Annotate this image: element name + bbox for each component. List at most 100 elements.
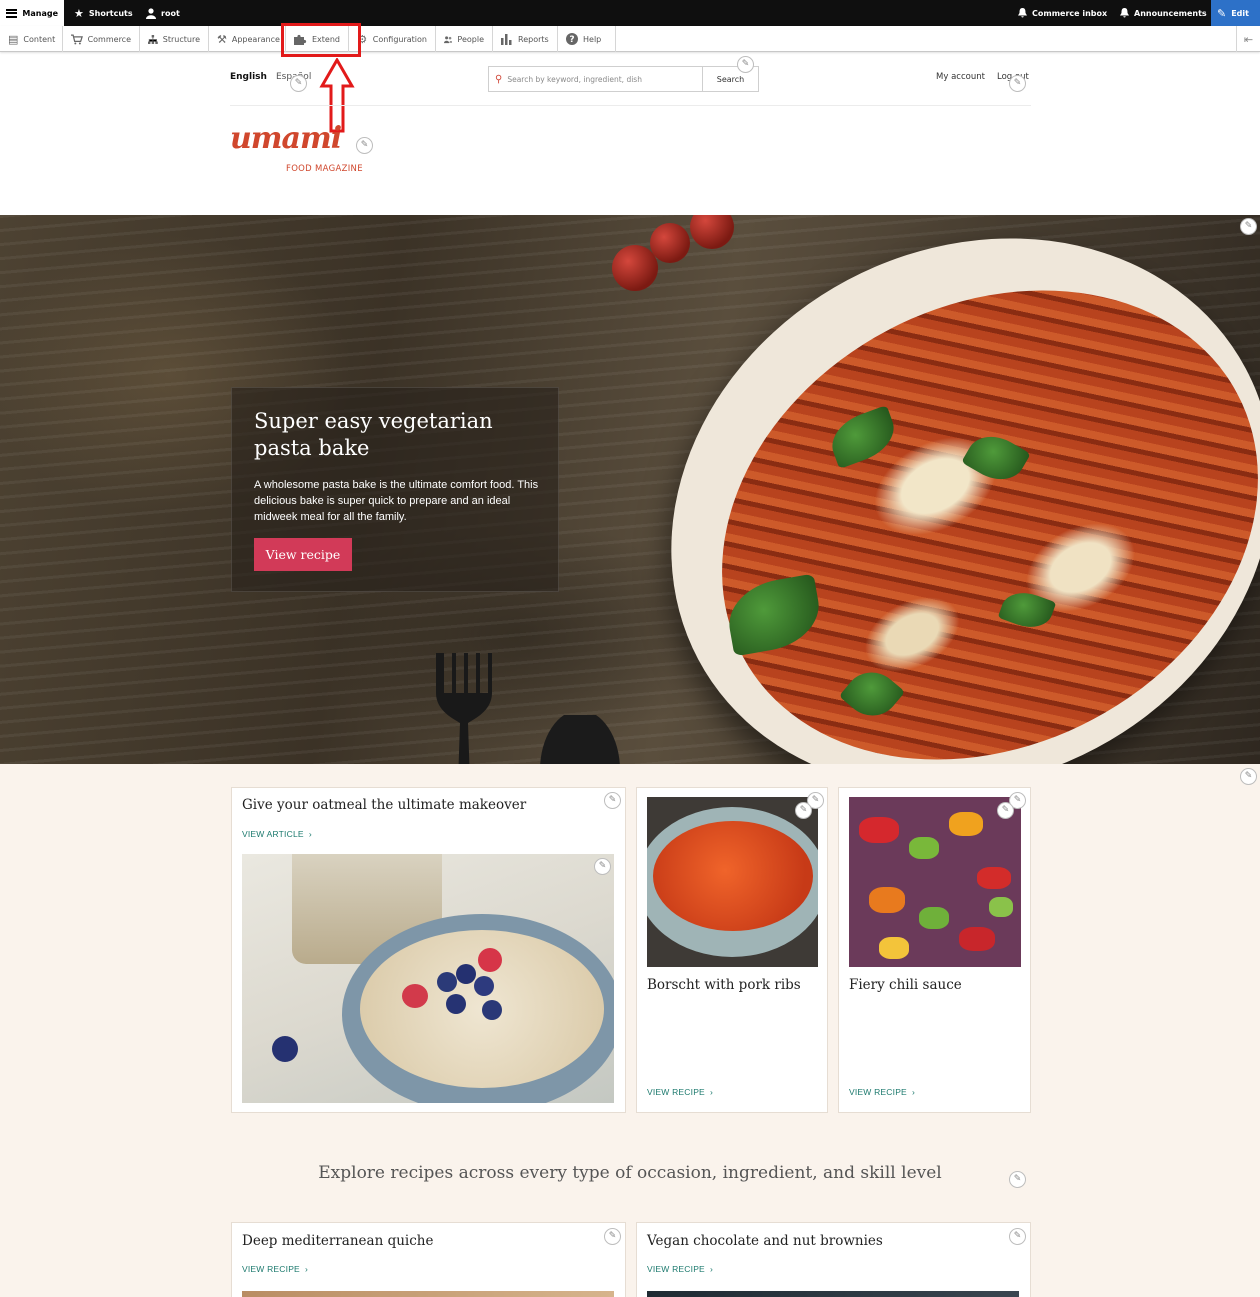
tomato-image — [650, 223, 690, 263]
shortcuts-label: Shortcuts — [88, 8, 133, 18]
chevron-right-icon: › — [707, 1087, 714, 1097]
search-placeholder: Search by keyword, ingredient, dish — [507, 74, 642, 84]
pencil-icon[interactable]: ✎ — [1240, 218, 1257, 235]
quiche-image[interactable] — [242, 1291, 614, 1297]
announcements-button[interactable]: Announcements — [1114, 0, 1213, 26]
my-account-link[interactable]: My account — [936, 72, 985, 82]
tab-people-label: People — [457, 34, 484, 44]
pencil-icon[interactable]: ✎ — [1009, 1228, 1026, 1245]
pencil-icon[interactable]: ✎ — [1009, 75, 1026, 92]
blueberry-image — [272, 1036, 298, 1062]
hero-banner: Super easy vegetarian pasta bake A whole… — [0, 215, 1260, 764]
shortcuts-button[interactable]: ★ Shortcuts — [68, 0, 139, 26]
view-recipe-label: VIEW RECIPE — [647, 1087, 705, 1097]
soup-image — [653, 821, 813, 931]
chili-sauce-image[interactable] — [849, 797, 1021, 967]
tab-commerce[interactable]: Commerce — [63, 26, 140, 52]
tab-help[interactable]: ? Help — [558, 26, 616, 52]
tab-appearance[interactable]: ⚒ Appearance — [209, 26, 286, 52]
recipe-card-quiche[interactable]: Deep mediterranean quiche VIEW RECIPE › … — [231, 1222, 626, 1297]
pepper-image — [989, 897, 1013, 917]
chevron-right-icon: › — [302, 1264, 309, 1274]
pencil-icon[interactable]: ✎ — [290, 75, 307, 92]
tab-extend[interactable]: Extend — [286, 26, 349, 52]
language-english-link[interactable]: English — [230, 72, 267, 82]
view-recipe-link[interactable]: VIEW RECIPE › — [647, 1087, 713, 1097]
user-icon — [146, 7, 156, 19]
pencil-icon[interactable]: ✎ — [997, 802, 1014, 819]
tab-structure[interactable]: Structure — [140, 26, 209, 52]
tab-appearance-label: Appearance — [231, 34, 280, 44]
featured-content-section — [0, 764, 1260, 1297]
recipe-card-brownies[interactable]: Vegan chocolate and nut brownies VIEW RE… — [636, 1222, 1031, 1297]
pencil-icon[interactable]: ✎ — [795, 802, 812, 819]
view-article-label: VIEW ARTICLE — [242, 829, 304, 839]
admin-toolbar: Manage ★ Shortcuts root Commerce inbox A… — [0, 0, 1260, 26]
pepper-image — [959, 927, 995, 951]
collapse-tray-button[interactable]: ⇤ — [1236, 26, 1260, 52]
star-icon: ★ — [74, 6, 84, 20]
site-logo-tagline: FOOD MAGAZINE — [286, 164, 363, 174]
user-button[interactable]: root — [140, 0, 186, 26]
people-icon — [444, 35, 453, 43]
bar-chart-icon — [501, 33, 512, 45]
view-recipe-label: VIEW RECIPE — [849, 1087, 907, 1097]
recipe-card-borscht[interactable]: Borscht with pork ribs VIEW RECIPE › ✎ ✎ — [636, 787, 828, 1113]
card-title[interactable]: Fiery chili sauce — [849, 976, 962, 994]
card-title[interactable]: Borscht with pork ribs — [647, 976, 801, 994]
commerce-inbox-button[interactable]: Commerce inbox — [1012, 0, 1113, 26]
edit-button[interactable]: ✎ Edit — [1211, 0, 1260, 26]
view-recipe-button[interactable]: View recipe — [254, 538, 352, 571]
manage-button[interactable]: Manage — [0, 0, 64, 26]
pepper-image — [869, 887, 905, 913]
pencil-icon[interactable]: ✎ — [604, 792, 621, 809]
article-card-oatmeal[interactable]: Give your oatmeal the ultimate makeover … — [231, 787, 626, 1113]
view-recipe-label: VIEW RECIPE — [647, 1264, 705, 1274]
view-recipe-link[interactable]: VIEW RECIPE › — [849, 1087, 915, 1097]
site-logo[interactable]: umami — [230, 124, 342, 154]
pepper-image — [919, 907, 949, 929]
edit-label: Edit — [1231, 8, 1249, 18]
commerce-inbox-label: Commerce inbox — [1032, 8, 1108, 18]
recipe-card-chili[interactable]: Fiery chili sauce VIEW RECIPE › ✎ ✎ — [838, 787, 1031, 1113]
pencil-icon: ✎ — [1217, 6, 1227, 20]
tab-people[interactable]: People — [436, 26, 493, 52]
tab-content-label: Content — [23, 34, 56, 44]
admin-menu-tray: ▤ Content Commerce Structure ⚒ Appearanc… — [0, 26, 1260, 52]
cart-icon — [71, 34, 83, 44]
card-title[interactable]: Vegan chocolate and nut brownies — [647, 1232, 883, 1250]
pencil-icon[interactable]: ✎ — [1009, 1171, 1026, 1188]
pencil-icon[interactable]: ✎ — [594, 858, 611, 875]
search-input[interactable]: ⚲ Search by keyword, ingredient, dish — [489, 67, 703, 91]
pepper-image — [949, 812, 983, 836]
brownies-image[interactable] — [647, 1291, 1019, 1297]
tab-structure-label: Structure — [162, 34, 200, 44]
view-recipe-link[interactable]: VIEW RECIPE › — [647, 1264, 713, 1274]
tab-reports[interactable]: Reports — [493, 26, 558, 52]
blueberry-image — [437, 972, 457, 992]
pencil-icon[interactable]: ✎ — [1240, 768, 1257, 785]
pencil-icon[interactable]: ✎ — [356, 137, 373, 154]
blueberry-image — [446, 994, 466, 1014]
search-form: ⚲ Search by keyword, ingredient, dish Se… — [488, 66, 759, 92]
brush-icon: ⚒ — [217, 32, 227, 46]
borscht-image[interactable] — [647, 797, 818, 967]
pencil-icon[interactable]: ✎ — [604, 1228, 621, 1245]
pencil-icon[interactable]: ✎ — [737, 56, 754, 73]
pepper-image — [909, 837, 939, 859]
chevron-right-icon: › — [707, 1264, 714, 1274]
puzzle-icon — [294, 34, 307, 45]
card-title[interactable]: Give your oatmeal the ultimate makeover — [242, 796, 526, 814]
oatmeal-image[interactable] — [242, 854, 614, 1103]
card-title[interactable]: Deep mediterranean quiche — [242, 1232, 433, 1250]
view-recipe-link[interactable]: VIEW RECIPE › — [242, 1264, 308, 1274]
sitemap-icon — [148, 34, 158, 44]
view-article-link[interactable]: VIEW ARTICLE › — [242, 829, 312, 839]
tab-help-label: Help — [583, 34, 602, 44]
blueberry-image — [474, 976, 494, 996]
blueberry-image — [456, 964, 476, 984]
pepper-image — [859, 817, 899, 843]
tab-configuration[interactable]: ⚙ Configuration — [349, 26, 436, 52]
hero-card: Super easy vegetarian pasta bake A whole… — [231, 387, 559, 592]
tab-content[interactable]: ▤ Content — [0, 26, 63, 52]
